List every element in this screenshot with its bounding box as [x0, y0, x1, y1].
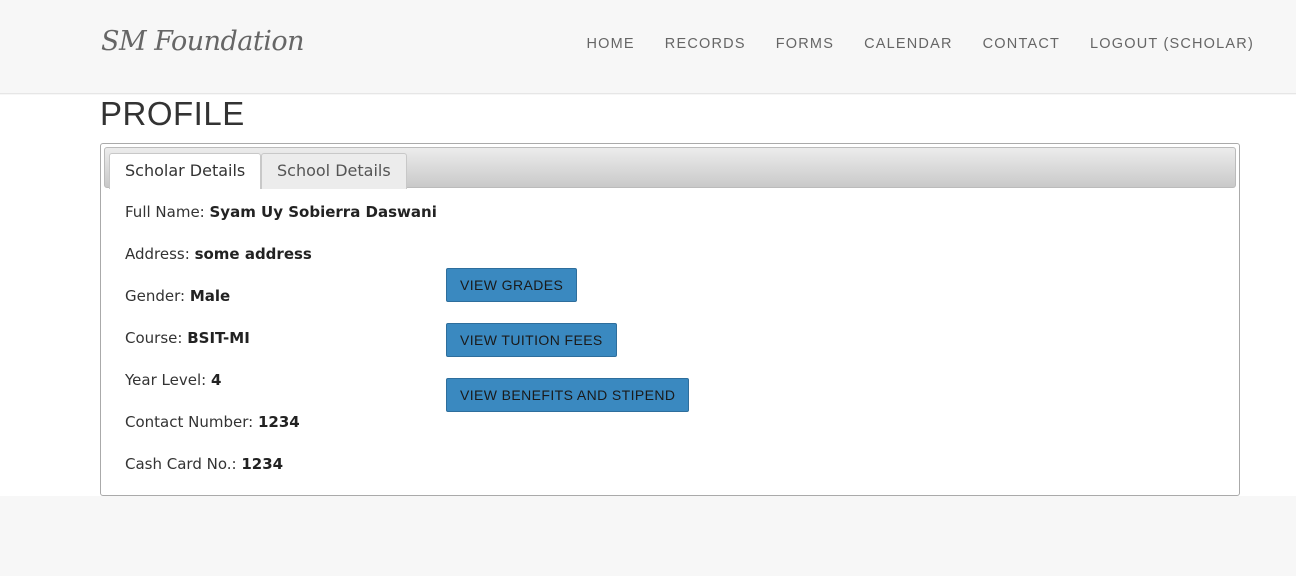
detail-label: Address:: [125, 245, 195, 263]
nav-contact[interactable]: CONTACT: [983, 36, 1060, 52]
tab-school-details[interactable]: School Details: [261, 153, 407, 189]
detail-label: Contact Number:: [125, 413, 258, 431]
view-benefits-button[interactable]: VIEW BENEFITS AND STIPEND: [446, 378, 690, 412]
detail-value: 1234: [241, 455, 284, 473]
nav-home[interactable]: HOME: [586, 36, 634, 52]
detail-full-name: Full Name: Syam Uy Sobierra Daswani: [125, 203, 437, 245]
detail-value: some address: [194, 245, 312, 263]
detail-cash-card: Cash Card No.: 1234: [125, 455, 437, 497]
detail-gender: Gender: Male: [125, 287, 437, 329]
view-grades-button[interactable]: VIEW GRADES: [446, 268, 578, 302]
page-title: PROFILE: [100, 95, 245, 132]
detail-value: Syam Uy Sobierra Daswani: [209, 203, 437, 221]
detail-value: 1234: [257, 413, 300, 431]
detail-value: BSIT-MI: [187, 329, 250, 347]
nav-records[interactable]: RECORDS: [665, 36, 746, 52]
scholar-details: Full Name: Syam Uy Sobierra Daswani Addr…: [125, 203, 437, 497]
action-buttons: VIEW GRADES VIEW TUITION FEES VIEW BENEF…: [446, 268, 690, 433]
detail-label: Full Name:: [125, 203, 210, 221]
view-tuition-fees-button[interactable]: VIEW TUITION FEES: [446, 323, 617, 357]
navbar: SM Foundation HOME RECORDS FORMS CALENDA…: [0, 0, 1296, 94]
detail-value: Male: [189, 287, 231, 305]
detail-label: Gender:: [125, 287, 190, 305]
detail-label: Course:: [125, 329, 188, 347]
tab-bar: Scholar Details School Details: [104, 147, 1236, 189]
detail-course: Course: BSIT-MI: [125, 329, 437, 371]
detail-label: Year Level:: [125, 371, 211, 389]
detail-contact-number: Contact Number: 1234: [125, 413, 437, 455]
detail-label: Cash Card No.:: [125, 455, 242, 473]
brand-logo[interactable]: SM Foundation: [101, 26, 305, 57]
detail-value: 4: [210, 371, 222, 389]
nav-forms[interactable]: FORMS: [776, 36, 834, 52]
profile-panel: Scholar Details School Details Full Name…: [100, 143, 1240, 496]
tab-scholar-details[interactable]: Scholar Details: [109, 153, 262, 189]
detail-year-level: Year Level: 4: [125, 371, 437, 413]
nav-calendar[interactable]: CALENDAR: [864, 36, 953, 52]
nav-links: HOME RECORDS FORMS CALENDAR CONTACT LOGO…: [556, 36, 1254, 52]
main-content: PROFILE Scholar Details School Details F…: [0, 95, 1296, 496]
nav-logout[interactable]: LOGOUT (SCHOLAR): [1090, 36, 1254, 52]
detail-address: Address: some address: [125, 245, 437, 287]
